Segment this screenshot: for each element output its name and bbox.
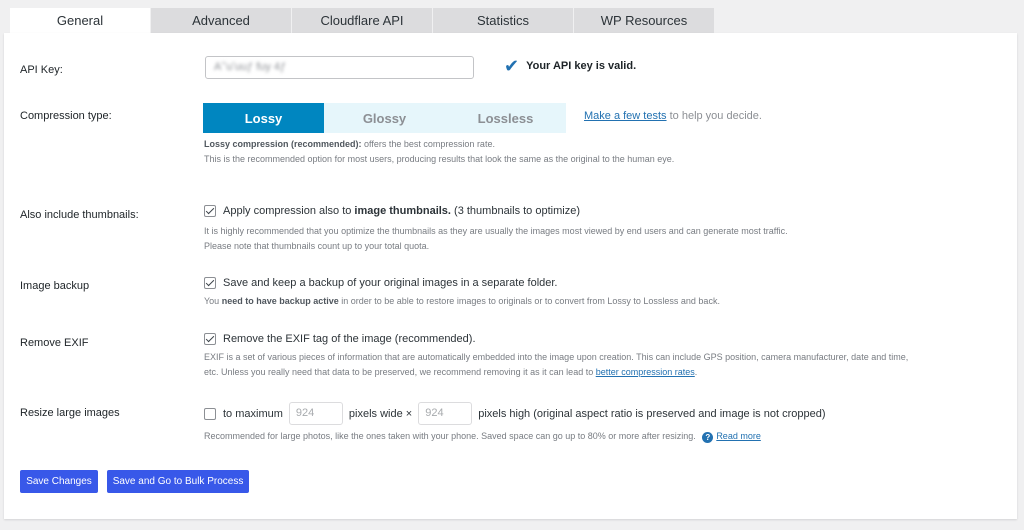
resize-height-input[interactable]: 924 <box>418 402 473 425</box>
settings-panel: API Key: Aʼʼuʼuuƒ fuy 4ƒ ✔ Your API key … <box>4 33 1017 519</box>
tab-cloudflare-api[interactable]: Cloudflare API <box>292 8 433 33</box>
image-backup-label: Image backup <box>20 280 90 292</box>
api-key-valid-text: Your API key is valid. <box>526 60 637 72</box>
thumbnails-count: (3 thumbnails to optimize) <box>450 205 580 217</box>
api-key-value: Aʼʼuʼuuƒ fuy 4ƒ <box>214 61 287 73</box>
exif-desc-line2: etc. Unless you really need that data to… <box>204 367 596 377</box>
resize-desc-text: Recommended for large photos, like the o… <box>204 431 696 441</box>
thumbnails-option: Apply compression also to image thumbnai… <box>204 205 580 217</box>
api-key-input[interactable]: Aʼʼuʼuuƒ fuy 4ƒ <box>205 56 474 79</box>
exif-description: EXIF is a set of various pieces of infor… <box>204 350 994 380</box>
exif-desc-line1: EXIF is a set of various pieces of infor… <box>204 352 909 362</box>
api-key-status: ✔ Your API key is valid. <box>504 56 637 76</box>
backup-option: Save and keep a backup of your original … <box>204 277 558 289</box>
checkmark-icon: ✔ <box>504 56 520 76</box>
remove-exif-label: Remove EXIF <box>20 337 89 349</box>
backup-description: You need to have backup active in order … <box>204 294 720 309</box>
make-tests-link[interactable]: Make a few tests <box>584 110 667 122</box>
compression-type-selector: Lossy Glossy Lossless <box>203 103 566 133</box>
resize-high-text: pixels high (original aspect ratio is pr… <box>478 407 826 420</box>
thumbnails-desc-line2: Please note that thumbnails count up to … <box>204 241 430 251</box>
backup-checkbox[interactable] <box>204 277 216 289</box>
compression-option-lossy[interactable]: Lossy <box>203 103 324 133</box>
exif-text: Remove the EXIF tag of the image (recomm… <box>223 333 476 345</box>
compression-type-label: Compression type: <box>20 110 112 122</box>
backup-desc-post: in order to be able to restore images to… <box>338 296 720 306</box>
compression-description: Lossy compression (recommended): offers … <box>204 137 674 167</box>
tab-statistics[interactable]: Statistics <box>433 8 574 33</box>
better-compression-link[interactable]: better compression rates <box>596 367 695 377</box>
thumbnails-text-bold: image thumbnails. <box>354 205 451 217</box>
compression-desc-rest: offers the best compression rate. <box>361 139 495 149</box>
backup-desc-bold: need to have backup active <box>221 296 339 306</box>
tab-advanced[interactable]: Advanced <box>151 8 292 33</box>
exif-checkbox[interactable] <box>204 333 216 345</box>
resize-images-label: Resize large images <box>20 407 120 419</box>
resize-to-max-text: to maximum <box>223 407 283 420</box>
save-changes-button[interactable]: Save Changes <box>20 470 98 493</box>
backup-text: Save and keep a backup of your original … <box>223 277 558 289</box>
help-icon: ? <box>702 432 714 443</box>
thumbnails-description: It is highly recommended that you optimi… <box>204 224 788 254</box>
tests-hint-text: to help you decide. <box>666 110 762 122</box>
backup-desc-pre: You <box>204 296 222 306</box>
resize-description: Recommended for large photos, like the o… <box>204 429 761 444</box>
compression-tests-hint: Make a few tests to help you decide. <box>584 110 762 122</box>
exif-option: Remove the EXIF tag of the image (recomm… <box>204 333 476 345</box>
resize-checkbox[interactable] <box>204 407 216 420</box>
compression-option-lossless[interactable]: Lossless <box>445 103 566 133</box>
resize-width-input[interactable]: 924 <box>288 402 343 425</box>
thumbnails-label: Also include thumbnails: <box>20 209 139 221</box>
compression-option-glossy[interactable]: Glossy <box>324 103 445 133</box>
thumbnails-text-pre: Apply compression also to <box>223 205 352 217</box>
api-key-label: API Key: <box>20 64 63 76</box>
thumbnails-checkbox[interactable] <box>204 205 216 217</box>
read-more-link[interactable]: Read more <box>716 431 761 441</box>
exif-desc-end: . <box>694 367 698 377</box>
tab-wp-resources[interactable]: WP Resources <box>574 8 715 33</box>
tab-bar: General Advanced Cloudflare API Statisti… <box>10 8 715 33</box>
thumbnails-desc-line1: It is highly recommended that you optimi… <box>204 226 788 236</box>
resize-option: to maximum 924 pixels wide × 924 pixels … <box>204 402 826 425</box>
compression-desc-bold: Lossy compression (recommended): <box>204 139 362 149</box>
tab-general[interactable]: General <box>10 8 151 33</box>
resize-wide-text: pixels wide × <box>348 407 413 420</box>
save-and-bulk-process-button[interactable]: Save and Go to Bulk Process <box>107 470 249 493</box>
compression-desc-line2: This is the recommended option for most … <box>204 154 675 164</box>
